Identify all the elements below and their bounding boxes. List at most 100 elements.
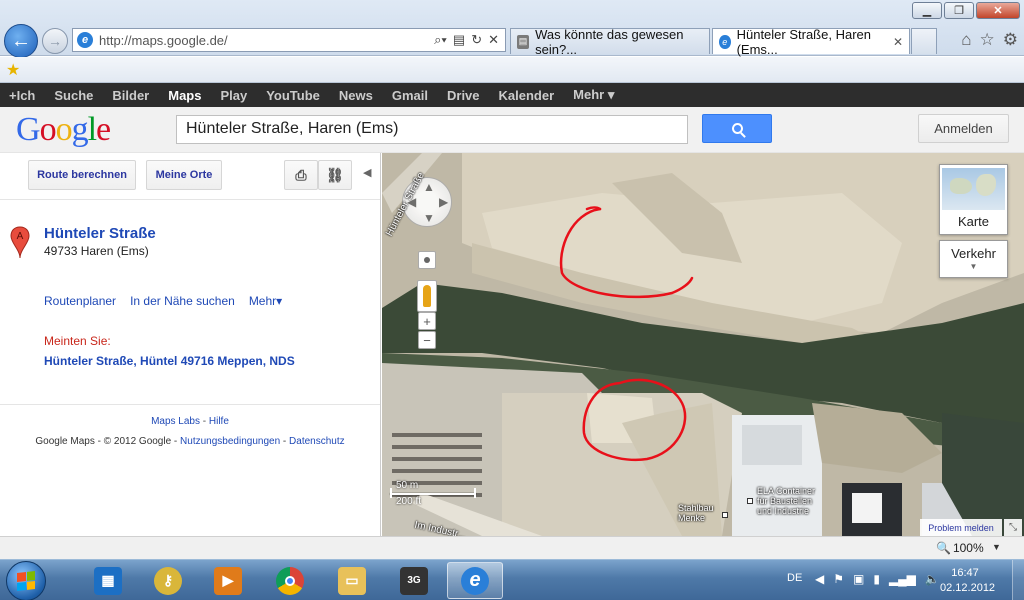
nearby-search-link[interactable]: In der Nähe suchen [130, 294, 235, 308]
taskbar-app-keys[interactable]: ⚷ [140, 562, 196, 599]
chevron-down-icon: ▼ [969, 262, 978, 271]
forward-button[interactable]: → [42, 28, 68, 54]
gbar-item-youtube[interactable]: YouTube [266, 88, 320, 103]
poi-marker-stahlbau[interactable] [722, 512, 728, 518]
scale-imperial: 200 ft [396, 496, 422, 507]
taskbar-app-security[interactable]: ▦ [80, 562, 136, 599]
my-places-button[interactable]: Meine Orte [146, 160, 222, 190]
clock[interactable]: 16:47 02.12.2012 [940, 566, 996, 596]
poi-marker-ela[interactable] [747, 498, 753, 504]
scale-metric: 50 m [396, 480, 419, 491]
tab-title: Was könnte das gewesen sein?... [535, 26, 684, 57]
device-icon[interactable]: ▣ [853, 572, 864, 586]
maps-labs-link[interactable]: Maps Labs [151, 416, 200, 427]
copyright-text: Google Maps - © 2012 Google - [35, 436, 178, 447]
page-icon: ▤ [517, 34, 530, 49]
action-center-flag-icon[interactable]: ⚑ [833, 572, 844, 586]
pan-right-icon[interactable]: ▶ [439, 195, 448, 209]
tab-close-icon[interactable]: ✕ [893, 35, 903, 49]
gbar-item-gmail[interactable]: Gmail [392, 88, 428, 103]
result-title[interactable]: Hünteler Straße [44, 225, 156, 242]
divider [0, 199, 380, 200]
signal-icon[interactable]: ▂▄▆ [889, 572, 916, 586]
marker-a-icon[interactable]: A [10, 226, 30, 259]
zoom-in-button[interactable]: + [418, 312, 436, 330]
expand-map-icon[interactable]: ⤡ [1004, 519, 1022, 536]
gbar-item-bilder[interactable]: Bilder [112, 88, 149, 103]
link-button[interactable]: ⛓ [318, 160, 352, 190]
volume-icon[interactable]: 🔈 [925, 572, 940, 586]
marker-letter: A [17, 231, 24, 242]
pan-down-icon[interactable]: ▼ [423, 211, 435, 225]
search-input[interactable]: Hünteler Straße, Haren (Ems) [176, 115, 688, 144]
privacy-link[interactable]: Datenschutz [289, 436, 345, 447]
tab-huenteler[interactable]: e Hünteler Straße, Haren (Ems... ✕ [712, 27, 910, 57]
settings-gear-icon[interactable]: ⚙ [1003, 30, 1018, 50]
favorites-star-icon[interactable]: ☆ [980, 30, 995, 50]
print-button[interactable]: ⎙ [284, 160, 318, 190]
search-button[interactable] [702, 114, 772, 143]
gbar-item-drive[interactable]: Drive [447, 88, 480, 103]
pan-up-icon[interactable]: ▲ [423, 180, 435, 194]
address-bar[interactable]: e http://maps.google.de/ ⌕▾ ▤ ↻ ✕ [72, 28, 506, 52]
signin-button[interactable]: Anmelden [918, 114, 1009, 143]
browser-statusbar: 🔍 100% ▼ [0, 536, 1024, 559]
route-planner-link[interactable]: Routenplaner [44, 294, 116, 308]
google-logo[interactable]: Google [16, 111, 111, 149]
taskbar-app-3g[interactable]: 3G [386, 562, 442, 599]
new-tab-button[interactable] [911, 28, 937, 54]
gbar-item-kalender[interactable]: Kalender [499, 88, 555, 103]
back-button[interactable]: ← [4, 24, 38, 58]
zoom-out-button[interactable]: − [418, 331, 436, 349]
taskbar-app-explorer[interactable]: ▭ [324, 562, 380, 599]
ie-page-icon: e [719, 34, 731, 49]
poi-label-stahlbau[interactable]: Stahlbau Menke [678, 503, 714, 523]
taskbar-app-chrome[interactable] [262, 562, 318, 599]
zoom-reset-button[interactable] [418, 251, 436, 269]
address-url[interactable]: http://maps.google.de/ [99, 33, 434, 48]
clock-date: 02.12.2012 [940, 582, 996, 594]
route-button[interactable]: Route berechnen [28, 160, 136, 190]
show-desktop-button[interactable] [1012, 560, 1024, 600]
close-button[interactable]: ✕ [976, 2, 1020, 19]
browser-titlebar: ▁ ❐ ✕ ← → e http://maps.google.de/ ⌕▾ ▤ … [0, 0, 1024, 58]
language-indicator[interactable]: DE [787, 572, 802, 584]
taskbar-app-media[interactable]: ▶ [200, 562, 256, 599]
link-icon: ⛓ [326, 166, 344, 183]
zoom-level[interactable]: 🔍 100% [936, 541, 984, 555]
more-link[interactable]: Mehr▾ [249, 294, 282, 308]
chevron-down-icon[interactable]: ▼ [992, 542, 1001, 552]
compat-view-icon[interactable]: ▤ [453, 32, 465, 48]
help-link[interactable]: Hilfe [209, 416, 229, 427]
maximize-button[interactable]: ❐ [944, 2, 974, 19]
map-type-button[interactable]: Karte [939, 164, 1008, 235]
traffic-button[interactable]: Verkehr ▼ [939, 240, 1008, 278]
map-thumbnail [942, 168, 1005, 210]
satellite-map[interactable]: ▲ ▼ ◀ ▶ + − Karte Verkehr ▼ Hünteler Str… [382, 153, 1024, 536]
stop-icon[interactable]: ✕ [488, 32, 499, 48]
start-button[interactable] [6, 561, 46, 600]
collapse-panel-icon[interactable]: ◀ [363, 166, 371, 179]
3g-modem-icon: 3G [400, 566, 428, 595]
home-icon[interactable]: ⌂ [961, 30, 971, 50]
labs-links: Maps Labs - Hilfe [151, 416, 229, 427]
tab-was-koennte[interactable]: ▤ Was könnte das gewesen sein?... [510, 26, 710, 57]
taskbar-app-ie[interactable]: e [447, 562, 503, 599]
street-view-pegman-icon[interactable] [417, 280, 437, 312]
minimize-button[interactable]: ▁ [912, 2, 942, 19]
refresh-icon[interactable]: ↻ [471, 32, 482, 48]
gbar-item-maps[interactable]: Maps [168, 88, 201, 103]
gbar-item-news[interactable]: News [339, 88, 373, 103]
gbar-item-suche[interactable]: Suche [54, 88, 93, 103]
report-problem-link[interactable]: Problem melden [920, 519, 1002, 536]
suggestion-link[interactable]: Hünteler Straße, Hüntel 49716 Meppen, ND… [44, 354, 295, 368]
gbar-item-play[interactable]: Play [220, 88, 247, 103]
terms-link[interactable]: Nutzungsbedingungen [180, 436, 280, 447]
tray-expand-icon[interactable]: ◀ [815, 572, 824, 586]
add-favorites-icon[interactable]: ★ [6, 60, 20, 80]
search-icon[interactable]: ⌕▾ [434, 32, 447, 48]
poi-label-ela[interactable]: ELA Container für Baustellen und Industr… [757, 486, 815, 516]
gbar-item-ich[interactable]: +Ich [9, 88, 35, 103]
gbar-item-mehr[interactable]: Mehr ▾ [573, 87, 614, 103]
network-icon[interactable]: ▮ [873, 572, 880, 586]
